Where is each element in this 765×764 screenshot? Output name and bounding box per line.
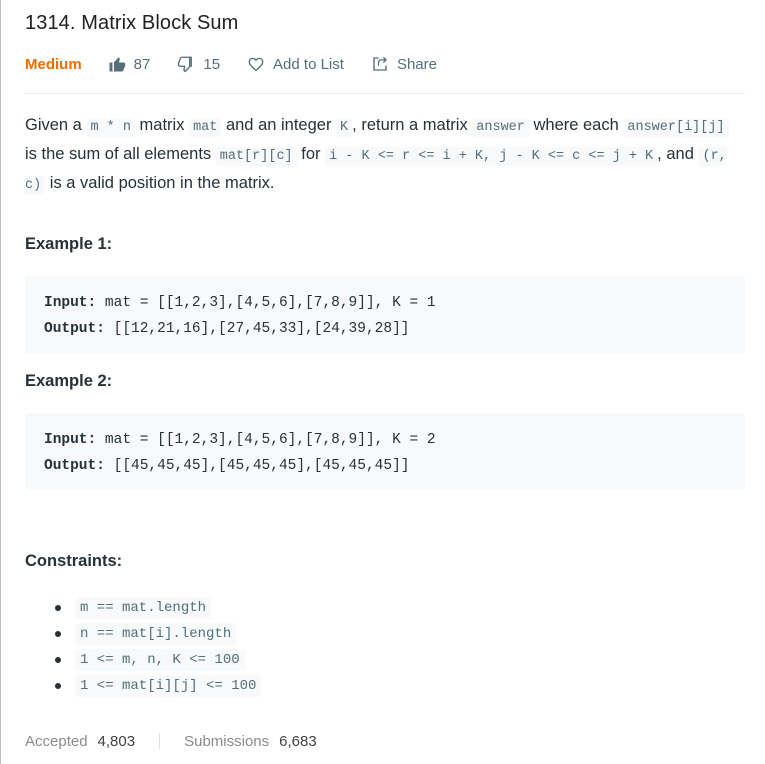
example-input-value: mat = [[1,2,3],[4,5,6],[7,8,9]], K = 2	[96, 432, 436, 448]
constraint-code: 1 <= mat[i][j] <= 100	[75, 675, 262, 697]
bullet	[55, 605, 61, 611]
submissions-count: 6,683	[279, 732, 317, 750]
difficulty-badge: Medium	[25, 55, 82, 73]
panel-left-border	[0, 0, 1, 764]
inline-code: mat	[189, 118, 222, 137]
inline-code: K	[336, 118, 353, 137]
example-output-value: [[45,45,45],[45,45,45],[45,45,45]]	[104, 458, 410, 474]
inline-code: m * n	[86, 118, 135, 137]
problem-statement: Given a m * n matrix mat and an integer …	[25, 112, 745, 199]
submissions-label: Submissions	[184, 732, 270, 750]
example-input-label: Input:	[44, 432, 97, 448]
statement-text: Given a	[25, 116, 87, 134]
dislike-button[interactable]: 15	[177, 55, 220, 73]
thumbs-down-icon	[178, 56, 193, 73]
accepted-count: 4,803	[97, 732, 136, 750]
example-2-heading: Example 2:	[25, 372, 113, 390]
inline-code: mat[r][c]	[215, 147, 297, 166]
statement-text: is a valid position in the matrix.	[45, 174, 275, 192]
like-button[interactable]: 87	[108, 55, 151, 73]
example-input-value: mat = [[1,2,3],[4,5,6],[7,8,9]], K = 1	[96, 295, 436, 311]
example-1-block: Input: mat = [[1,2,3],[4,5,6],[7,8,9]], …	[25, 276, 745, 353]
problem-meta-row: Medium 87 15 Add to List Share	[25, 52, 464, 76]
accepted-label: Accepted	[25, 732, 88, 750]
list-item: 1 <= mat[i][j] <= 100	[25, 673, 262, 699]
statement-text: matrix	[134, 116, 190, 134]
list-item: 1 <= m, n, K <= 100	[25, 647, 261, 673]
constraint-code: n == mat[i].length	[75, 623, 237, 645]
statement-text: for	[296, 145, 326, 163]
constraint-code: m == mat.length	[75, 597, 212, 619]
dislike-count: 15	[203, 55, 221, 73]
statement-text: and an integer	[221, 116, 337, 134]
inline-code: answer[i][j]	[623, 118, 729, 137]
share-label: Share	[396, 55, 437, 73]
stats-divider	[159, 733, 161, 749]
example-output-value: [[12,21,16],[27,45,33],[24,39,28]]	[104, 321, 410, 337]
list-item: m == mat.length	[25, 595, 261, 621]
statement-text: , and	[657, 145, 699, 163]
statement-text: where each	[528, 116, 624, 134]
add-to-list-label: Add to List	[273, 55, 344, 73]
constraints-list: m == mat.length n == mat[i].length 1 <= …	[25, 595, 262, 699]
heart-icon	[248, 57, 264, 72]
add-to-list-button[interactable]: Add to List	[247, 55, 344, 73]
example-output-label: Output:	[44, 321, 105, 337]
problem-title: 1314. Matrix Block Sum	[25, 12, 239, 34]
share-button[interactable]: Share	[371, 55, 437, 73]
statement-text: is the sum of all elements	[25, 145, 216, 163]
bullet	[55, 683, 61, 689]
bullet	[55, 657, 61, 663]
bullet	[55, 631, 61, 637]
like-count: 87	[133, 55, 151, 73]
statement-text: , return a matrix	[352, 116, 473, 134]
example-output-label: Output:	[44, 458, 105, 474]
constraint-code: 1 <= m, n, K <= 100	[75, 649, 245, 671]
example-input-label: Input:	[44, 295, 97, 311]
list-item: n == mat[i].length	[25, 621, 261, 647]
example-2-block: Input: mat = [[1,2,3],[4,5,6],[7,8,9]], …	[25, 413, 745, 490]
inline-code: answer	[472, 118, 529, 137]
thumbs-up-icon	[109, 57, 125, 72]
header-divider	[25, 93, 745, 94]
example-1-heading: Example 1:	[25, 235, 113, 253]
share-icon	[373, 56, 387, 71]
inline-code: i - K <= r <= i + K, j - K <= c <= j + K	[325, 147, 658, 166]
constraints-heading: Constraints:	[25, 552, 123, 570]
submission-stats: Accepted 4,803 Submissions 6,683	[25, 730, 317, 752]
